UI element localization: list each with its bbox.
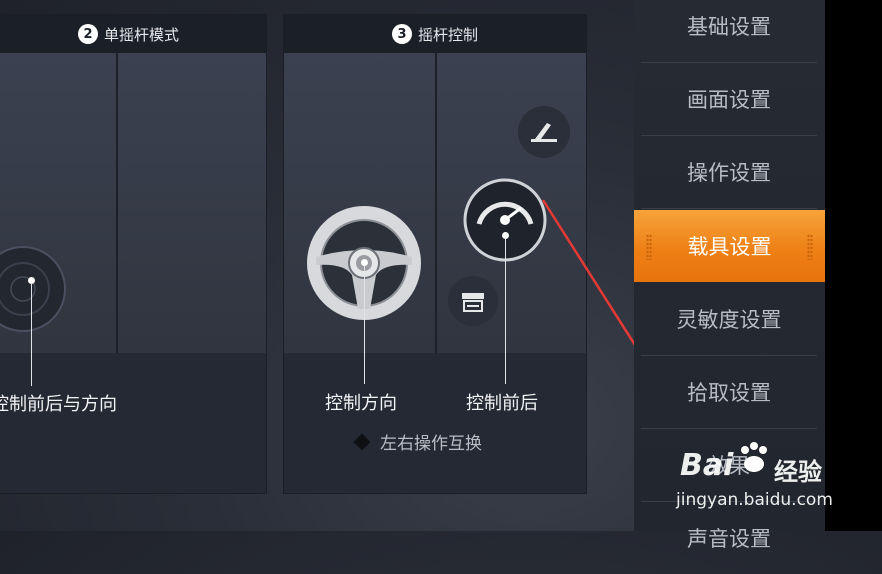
menu-basic-settings[interactable]: 基础设置 (641, 0, 817, 63)
menu-sensitivity-settings[interactable]: 灵敏度设置 (641, 283, 817, 356)
paw-icon (741, 442, 767, 472)
watermark-brand-suffix: 经验 (774, 458, 822, 486)
menu-label: 基础设置 (687, 15, 771, 39)
menu-label: 载具设置 (687, 235, 772, 259)
menu-vehicle-settings[interactable]: 载具设置 (634, 210, 825, 282)
grip-right (807, 234, 813, 260)
watermark-brand: Bai (680, 448, 734, 483)
menu-label: 灵敏度设置 (676, 308, 782, 332)
menu-display-settings[interactable]: 画面设置 (641, 63, 817, 136)
menu-control-settings[interactable]: 操作设置 (641, 136, 817, 209)
menu-label: 操作设置 (687, 161, 771, 185)
watermark-url: jingyan.baidu.com (676, 490, 833, 510)
menu-label: 拾取设置 (687, 381, 771, 405)
menu-pickup-settings[interactable]: 拾取设置 (641, 356, 817, 429)
menu-label: 画面设置 (687, 88, 771, 112)
menu-label: 声音设置 (687, 527, 771, 551)
grip-left (646, 234, 652, 260)
baidu-watermark: Bai 经验 jingyan.baidu.com (676, 440, 840, 520)
